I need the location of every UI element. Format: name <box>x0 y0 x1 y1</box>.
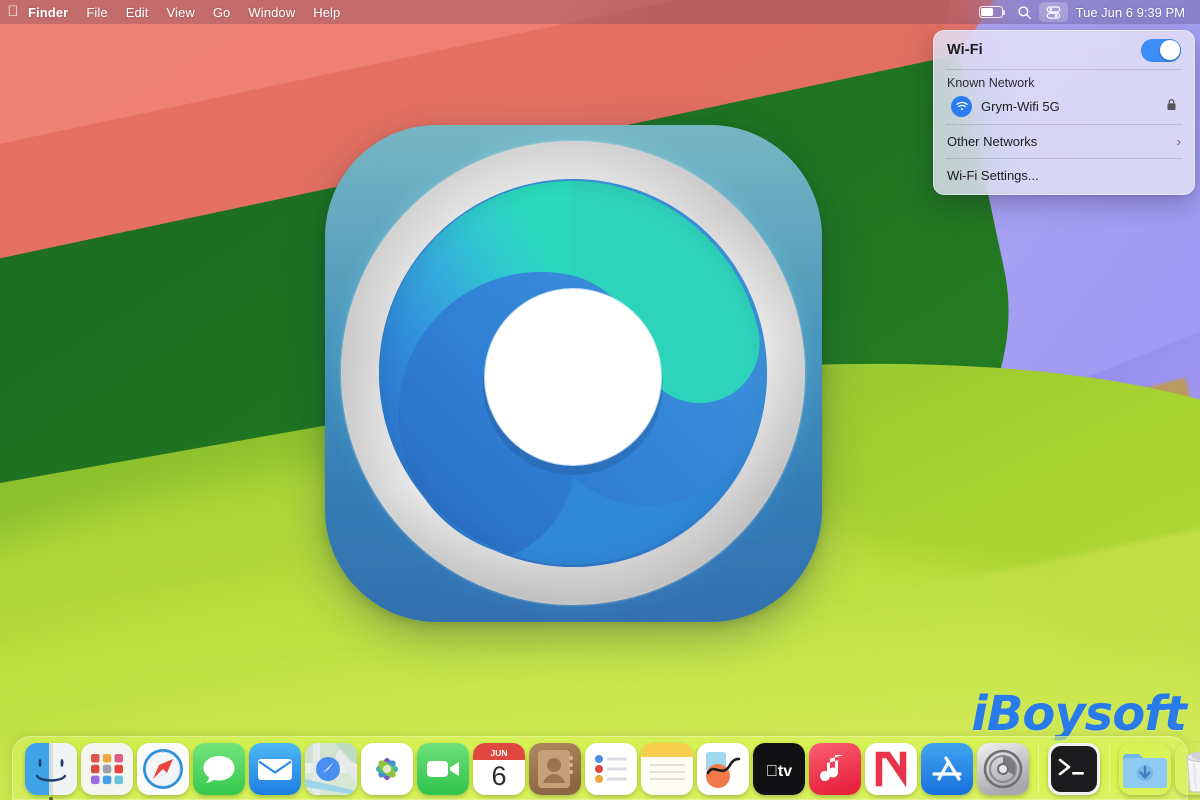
news-icon <box>865 743 917 795</box>
menu-item-help[interactable]: Help <box>304 3 349 22</box>
dock-item-launchpad[interactable] <box>81 743 133 795</box>
dock-item-notes[interactable] <box>641 743 693 795</box>
maps-icon <box>305 743 357 795</box>
wifi-title: Wi-Fi <box>947 42 983 58</box>
dock-item-news[interactable] <box>865 743 917 795</box>
messages-icon <box>193 743 245 795</box>
dock-item-appletv[interactable]: tv <box>753 743 805 795</box>
dock-separator-2 <box>1109 745 1110 793</box>
dock-item-music[interactable] <box>809 743 861 795</box>
menubar-datetime[interactable]: Tue Jun 6 9:39 PM <box>1068 5 1190 20</box>
dock-item-freeform[interactable] <box>697 743 749 795</box>
apple-logo-icon[interactable]:  <box>0 4 26 21</box>
calendar-month-text: JUN <box>490 748 507 758</box>
wifi-settings-item[interactable]: Wi-Fi Settings... <box>934 163 1194 189</box>
lock-icon <box>1166 98 1177 114</box>
svg-text:tv: tv <box>766 763 792 780</box>
known-network-label: Known Network <box>947 75 1035 90</box>
search-icon[interactable] <box>1010 2 1039 22</box>
other-networks-label: Other Networks <box>947 133 1038 149</box>
menu-item-view[interactable]: View <box>158 3 204 22</box>
other-networks-item[interactable]: Other Networks › <box>934 128 1194 154</box>
battery-icon[interactable] <box>972 2 1010 22</box>
wifi-settings-label: Wi-Fi Settings... <box>947 168 1039 183</box>
wifi-icon <box>951 95 972 117</box>
dock-item-trash[interactable] <box>1175 743 1200 795</box>
divider-2 <box>946 123 1182 124</box>
system-settings-icon <box>977 743 1029 795</box>
terminal-icon <box>1048 743 1100 795</box>
wifi-network-name: Grym-Wifi 5G <box>981 98 1060 114</box>
appletv-icon: tv <box>753 743 805 795</box>
mail-icon <box>249 743 301 795</box>
menu-item-go[interactable]: Go <box>204 3 240 22</box>
dock-item-facetime[interactable] <box>417 743 469 795</box>
dock-item-photos[interactable] <box>361 743 413 795</box>
downloads-folder-icon <box>1119 743 1171 795</box>
menu-item-edit[interactable]: Edit <box>117 3 158 22</box>
calendar-icon: JUN 6 <box>473 743 525 795</box>
dock-separator-1 <box>1038 745 1039 793</box>
dock-item-system-settings[interactable] <box>977 743 1029 795</box>
menu-bar:  Finder File Edit View Go Window Help <box>0 0 1200 24</box>
menu-item-window[interactable]: Window <box>239 3 304 22</box>
contacts-icon <box>529 743 581 795</box>
reminders-icon <box>585 743 637 795</box>
dock-item-calendar[interactable]: JUN 6 <box>473 743 525 795</box>
wifi-panel-header: Wi-Fi <box>934 35 1194 65</box>
dock-item-terminal[interactable] <box>1048 743 1100 795</box>
dock-item-maps[interactable] <box>305 743 357 795</box>
menu-item-file[interactable]: File <box>77 3 116 22</box>
dock-item-appstore[interactable] <box>921 743 973 795</box>
dock-item-messages[interactable] <box>193 743 245 795</box>
dock-item-contacts[interactable] <box>529 743 581 795</box>
photos-icon <box>361 743 413 795</box>
dock-item-downloads[interactable] <box>1119 743 1171 795</box>
dock-item-reminders[interactable] <box>585 743 637 795</box>
freeform-icon <box>697 743 749 795</box>
appstore-icon <box>921 743 973 795</box>
dock-item-safari[interactable] <box>137 743 189 795</box>
safari-icon <box>137 743 189 795</box>
chevron-right-icon: › <box>1176 133 1181 149</box>
trash-icon <box>1175 743 1200 795</box>
notes-icon <box>641 743 693 795</box>
divider-1 <box>946 69 1182 70</box>
dock-item-finder[interactable] <box>25 743 77 800</box>
control-center-icon[interactable] <box>1038 2 1068 22</box>
music-icon <box>809 743 861 795</box>
app-icon-large[interactable] <box>325 125 822 622</box>
launchpad-icon <box>81 743 133 795</box>
facetime-icon <box>417 743 469 795</box>
dock: JUN 6 tv <box>12 736 1200 800</box>
desktop-screen: iBoysoft  Finder File Edit View Go Wind… <box>0 0 1200 800</box>
wifi-toggle[interactable] <box>1141 38 1181 62</box>
divider-3 <box>946 158 1182 159</box>
finder-icon <box>25 743 77 795</box>
wifi-panel: Wi-Fi Known Network Grym-Wifi 5G Other N… <box>933 30 1195 195</box>
dock-item-mail[interactable] <box>249 743 301 795</box>
iboysoft-watermark: iBoysoft <box>971 686 1187 742</box>
wifi-network-row[interactable]: Grym-Wifi 5G <box>938 93 1190 120</box>
menu-item-finder[interactable]: Finder <box>26 3 77 22</box>
calendar-day-text: 6 <box>491 761 506 791</box>
